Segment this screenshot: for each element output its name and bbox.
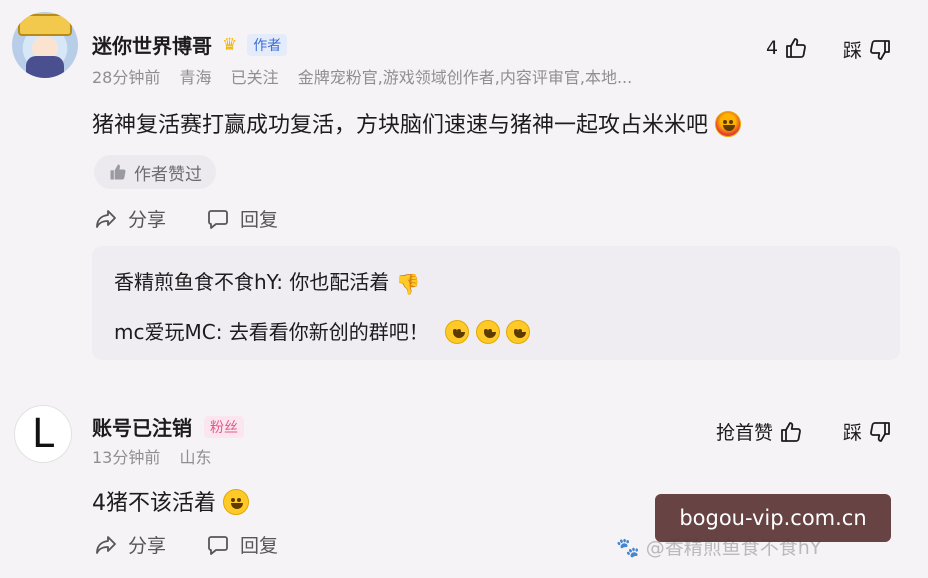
watermark-site: bogou-vip.com.cn [655, 494, 891, 542]
dislike-button[interactable]: 踩 [843, 36, 892, 63]
laughing-emoji-icon [505, 320, 530, 344]
reply-list[interactable]: 香精煎鱼食不食hY: 你也配活着 👎 mc爱玩MC: 去看看你新创的群吧！ [92, 246, 900, 360]
crown-icon: ♛ [222, 34, 238, 55]
thumb-up-icon [786, 38, 806, 58]
reply-label: 回复 [240, 209, 279, 231]
reply-text: 你也配活着 [289, 270, 390, 294]
comment-icon [208, 535, 228, 555]
laughing-emoji-icon [445, 320, 470, 344]
like-count: 4 [766, 37, 779, 59]
laughing-emoji-icon [475, 320, 500, 344]
author-liked-chip: 作者赞过 [94, 155, 216, 189]
comment-header: 账号已注销 粉丝 [92, 412, 244, 441]
thumb-down-icon [870, 421, 890, 442]
comment-meta: 13分钟前 山东 [92, 444, 225, 468]
comment-text: 4猪不该活着 [92, 491, 216, 516]
dislike-button[interactable]: 踩 [843, 418, 892, 445]
username[interactable]: 账号已注销 [92, 412, 192, 441]
reply-separator: : [215, 320, 229, 344]
reply-button[interactable]: 回复 [206, 205, 278, 232]
avatar[interactable] [12, 12, 78, 78]
share-label: 分享 [128, 535, 167, 557]
thumb-up-icon [110, 164, 126, 180]
share-button[interactable]: 分享 [94, 205, 166, 232]
author-badge: 作者 [247, 33, 288, 56]
share-icon [96, 209, 116, 228]
reply-text: 去看看你新创的群吧！ [228, 320, 429, 344]
share-button[interactable]: 分享 [94, 531, 166, 558]
follow-status[interactable]: 已关注 [231, 68, 279, 87]
comment-content: 4猪不该活着 [92, 485, 249, 517]
fan-badge: 粉丝 [204, 415, 244, 438]
reply-label: 回复 [240, 535, 279, 557]
reply-separator: : [276, 270, 290, 294]
user-titles: 金牌宠粉官,游戏领域创作者,内容评审官,本地... [297, 68, 633, 87]
reply-user[interactable]: mc爱玩MC [114, 320, 216, 344]
paw-icon: 🐾 [616, 537, 640, 559]
reply-user[interactable]: 香精煎鱼食不食hY [114, 270, 276, 294]
reply-item[interactable]: mc爱玩MC: 去看看你新创的群吧！ [114, 316, 530, 345]
dislike-label: 踩 [843, 40, 863, 62]
comment-header: 迷你世界博哥 ♛ 作者 [92, 30, 288, 59]
like-label: 抢首赞 [716, 422, 774, 444]
comment-text: 猪神复活赛打赢成功复活，方块脑们速速与猪神一起攻占米米吧 [92, 113, 709, 138]
timestamp: 13分钟前 [92, 448, 161, 467]
watermark-site-text: bogou-vip.com.cn [679, 506, 867, 530]
timestamp: 28分钟前 [92, 68, 161, 87]
reply-button[interactable]: 回复 [206, 531, 278, 558]
liked-chip-label: 作者赞过 [134, 164, 202, 185]
thumbs-down-emoji-icon: 👎 [395, 272, 421, 296]
like-button[interactable]: 4 [766, 36, 808, 60]
avatar[interactable]: L [14, 405, 72, 463]
thumb-up-icon [781, 421, 801, 442]
share-icon [96, 535, 116, 554]
thumb-down-icon [870, 39, 890, 60]
reply-item[interactable]: 香精煎鱼食不食hY: 你也配活着 👎 [114, 266, 421, 296]
emoji-icon [715, 111, 742, 137]
username[interactable]: 迷你世界博哥 [92, 30, 212, 59]
grinning-emoji-icon [223, 489, 249, 515]
dislike-label: 踩 [843, 422, 863, 444]
location: 青海 [179, 68, 212, 87]
like-button[interactable]: 抢首赞 [716, 418, 803, 445]
location: 山东 [179, 448, 212, 467]
share-label: 分享 [128, 209, 167, 231]
comment-icon [208, 209, 228, 229]
comment-meta: 28分钟前 青海 已关注 金牌宠粉官,游戏领域创作者,内容评审官,本地... [92, 64, 646, 88]
comment-content: 猪神复活赛打赢成功复活，方块脑们速速与猪神一起攻占米米吧 [92, 107, 742, 139]
